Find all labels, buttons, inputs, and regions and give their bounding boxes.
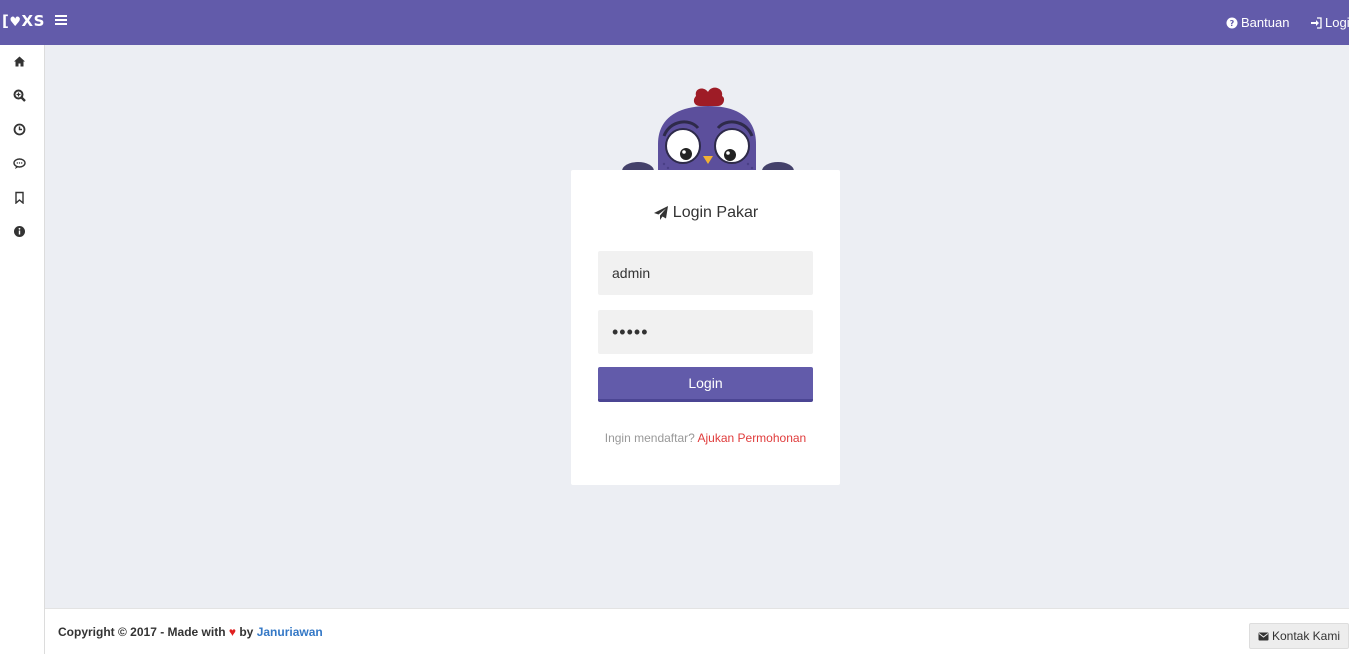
register-prompt-text: Ingin mendaftar?: [604, 431, 695, 445]
login-button[interactable]: Login: [598, 367, 813, 402]
top-navbar: [♥XS ? Bantuan Login: [0, 0, 1349, 45]
owl-mascot-image: [622, 87, 794, 180]
logo-right: XS: [21, 12, 45, 30]
chat-icon[interactable]: [13, 157, 29, 173]
app-logo[interactable]: [♥XS: [2, 12, 45, 30]
question-circle-icon: ?: [1226, 17, 1238, 28]
copyright-prefix: Copyright © 2017 - Made with: [58, 625, 226, 639]
svg-text:?: ?: [1230, 19, 1235, 28]
register-link[interactable]: Ajukan Permohonan: [697, 431, 806, 445]
info-icon[interactable]: [13, 225, 29, 241]
author-link[interactable]: Januriawan: [257, 625, 323, 639]
password-input[interactable]: [598, 310, 813, 354]
heart-icon: ♥: [228, 625, 236, 639]
register-prompt: Ingin mendaftar? Ajukan Permohonan: [571, 431, 840, 445]
login-title: Login Pakar: [571, 204, 840, 222]
sign-in-icon: [1311, 16, 1322, 29]
login-title-text: Login Pakar: [672, 204, 759, 221]
contact-button[interactable]: Kontak Kami: [1249, 623, 1349, 649]
help-link[interactable]: ? Bantuan: [1226, 15, 1289, 30]
contact-label: Kontak Kami: [1271, 629, 1341, 643]
clock-icon[interactable]: [13, 123, 29, 139]
login-link[interactable]: Login: [1310, 15, 1349, 30]
username-input[interactable]: [598, 251, 813, 295]
zoom-icon[interactable]: [13, 89, 29, 105]
home-icon[interactable]: [13, 55, 29, 71]
login-card: Login Pakar Login Ingin mendaftar? Ajuka…: [571, 170, 840, 485]
envelope-icon: [1258, 632, 1269, 640]
copyright-text: Copyright © 2017 - Made with ♥ by Januri…: [58, 625, 323, 639]
help-label: Bantuan: [1241, 15, 1290, 30]
copyright-by: by: [239, 625, 254, 639]
sidebar: [0, 45, 45, 654]
bookmark-icon[interactable]: [13, 191, 29, 207]
login-label: Login: [1325, 15, 1349, 30]
menu-toggle-button[interactable]: [55, 13, 73, 31]
logo-heart-icon: ♥: [9, 15, 22, 30]
paper-plane-icon: [653, 206, 668, 220]
footer: Copyright © 2017 - Made with ♥ by Januri…: [45, 608, 1349, 654]
